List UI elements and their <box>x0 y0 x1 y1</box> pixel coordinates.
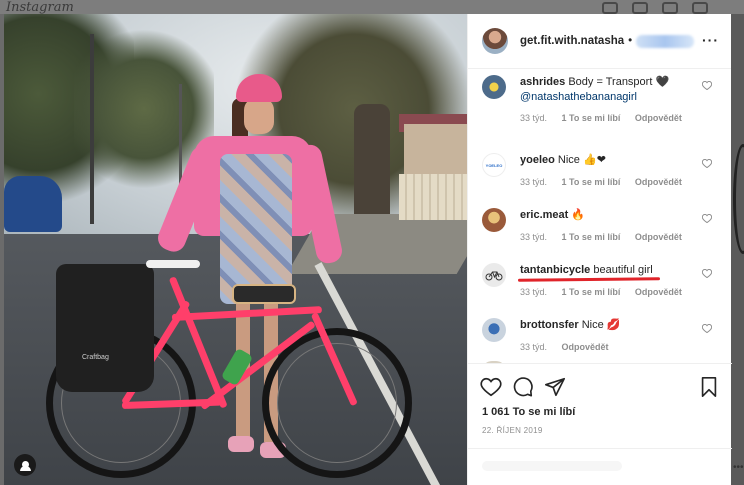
comment-body: Nice <box>557 154 580 166</box>
comment-reply-button[interactable]: Odpovědět <box>635 287 682 297</box>
comment-emoji: 🖤 <box>655 76 670 88</box>
post-header: get.fit.with.natasha • ··· <box>468 14 731 69</box>
comment-item: brottonsfer Nice 💋 33 týd. Odpovědět <box>482 316 722 363</box>
post-photo[interactable]: Craftbag <box>4 14 467 485</box>
comment-reply-button[interactable]: Odpovědět <box>635 232 682 242</box>
comment-meta: 33 týd. 1 To se mi líbí Odpovědět <box>520 232 694 242</box>
comment-heart-icon[interactable] <box>702 269 712 278</box>
comment-text: ashrides Body = Transport 🖤 @natashatheb… <box>520 75 700 105</box>
direct-icon <box>632 2 648 14</box>
comment-meta: 33 týd. 1 To se mi líbí Odpovědět <box>520 287 694 297</box>
comment-item: YOELEO yoeleo Nice 👍❤ 33 týd. 1 To se mi… <box>482 151 722 199</box>
bike-front-wheel <box>262 328 412 478</box>
comment-body: Nice <box>581 319 604 331</box>
comment-meta: 33 týd. 1 To se mi líbí Odpovědět <box>520 113 694 123</box>
rider-face <box>244 98 274 134</box>
comment-avatar[interactable]: YOELEO <box>482 153 506 177</box>
bike-top-tube <box>171 306 322 321</box>
post-modal: Craftbag get.fit.with.natasha • ··· ashr… <box>4 14 732 485</box>
comment-meta: 33 týd. 1 To se mi líbí Odpovědět <box>520 177 694 187</box>
bookmark-icon[interactable] <box>698 376 720 398</box>
photo-pole <box>90 34 94 224</box>
comment-heart-icon[interactable] <box>702 159 712 168</box>
paper-plane-icon[interactable] <box>544 376 566 398</box>
post-date[interactable]: 22. ŘÍJEN 2019 <box>482 426 543 435</box>
action-icons <box>480 376 720 398</box>
likes-count[interactable]: 1 061 To se mi líbí <box>482 406 575 418</box>
comment-emoji: 💋 <box>606 319 621 331</box>
user-tag-body <box>19 466 31 471</box>
follow-button-blurred[interactable] <box>636 34 695 48</box>
comment-emoji: 👍❤ <box>583 154 606 166</box>
header-separator: • <box>628 35 633 47</box>
comment-body: Body = Transport <box>568 76 653 88</box>
comment-likes[interactable]: 1 To se mi líbí <box>562 287 621 297</box>
comment-time[interactable]: 33 týd. <box>520 113 547 123</box>
comment-emoji: 🔥 <box>571 209 586 221</box>
more-horizontal-icon[interactable]: ··· <box>702 33 719 47</box>
comment-item: eric.meat 🔥 33 týd. 1 To se mi líbí Odpo… <box>482 206 722 254</box>
comment-item-highlighted: tantanbicycle beautiful girl 33 týd. 1 T… <box>482 261 722 309</box>
comment-likes[interactable]: 1 To se mi líbí <box>562 177 621 187</box>
comment-likes[interactable]: 1 To se mi líbí <box>562 232 621 242</box>
author-username[interactable]: get.fit.with.natasha <box>520 35 624 47</box>
comment-time[interactable]: 33 týd. <box>520 232 547 242</box>
background-logo: Instagram <box>6 0 74 15</box>
author-avatar[interactable] <box>482 28 508 54</box>
bike-pannier-bag <box>56 264 154 392</box>
comment-heart-icon[interactable] <box>702 324 712 333</box>
bike-seat <box>146 260 200 268</box>
comment-time[interactable]: 33 týd. <box>520 342 547 352</box>
comment-username[interactable]: brottonsfer <box>520 319 579 331</box>
post-actions: 1 061 To se mi líbí 22. ŘÍJEN 2019 <box>468 363 732 485</box>
comment-text: tantanbicycle beautiful girl <box>520 263 700 278</box>
background-dots: ••• <box>733 462 744 473</box>
comment-input-placeholder <box>482 461 622 471</box>
photo-car <box>4 176 62 232</box>
user-tag-icon[interactable] <box>14 454 36 476</box>
photo-bike: Craftbag <box>42 254 422 484</box>
comment-icon[interactable] <box>512 376 534 398</box>
explore-icon <box>662 2 678 14</box>
comment-username[interactable]: ashrides <box>520 76 565 88</box>
comment-mention[interactable]: @natashathebananagirl <box>520 91 637 103</box>
background-ring <box>733 144 744 254</box>
comment-time[interactable]: 33 týd. <box>520 287 547 297</box>
red-underline-annotation <box>517 277 661 282</box>
heart-icon[interactable] <box>480 376 502 398</box>
comment-text: eric.meat 🔥 <box>520 208 700 223</box>
comment-avatar-logo: YOELEO <box>485 162 503 168</box>
comment-text: brottonsfer Nice 💋 <box>520 318 700 333</box>
add-comment-area[interactable] <box>468 448 732 485</box>
post-side-panel: get.fit.with.natasha • ··· ashrides Body… <box>467 14 732 485</box>
comments-list[interactable]: ashrides Body = Transport 🖤 @natashatheb… <box>468 69 732 363</box>
comment-reply-button[interactable]: Odpovědět <box>562 342 609 352</box>
background-feed-peek: ••• <box>731 14 744 485</box>
comment-reply-button[interactable]: Odpovědět <box>635 177 682 187</box>
comment-heart-icon[interactable] <box>702 81 712 90</box>
comment-heart-icon[interactable] <box>702 214 712 223</box>
bike-bag-brand: Craftbag <box>82 354 109 361</box>
bike-top-bag <box>232 284 296 304</box>
comment-item: ashrides Body = Transport 🖤 @natashatheb… <box>482 73 722 133</box>
comment-avatar[interactable] <box>482 318 506 342</box>
comment-text: yoeleo Nice 👍❤ <box>520 153 700 168</box>
comment-likes[interactable]: 1 To se mi líbí <box>562 113 621 123</box>
rider-helmet <box>236 74 282 102</box>
photo-fence <box>399 174 467 220</box>
comment-time[interactable]: 33 týd. <box>520 177 547 187</box>
activity-icon <box>692 2 708 14</box>
comment-username[interactable]: eric.meat <box>520 209 568 221</box>
comment-username[interactable]: yoeleo <box>520 154 555 166</box>
comment-avatar[interactable] <box>482 75 506 99</box>
comment-reply-button[interactable]: Odpovědět <box>635 113 682 123</box>
home-icon <box>602 2 618 14</box>
comment-username[interactable]: tantanbicycle <box>520 264 590 276</box>
comment-body: beautiful girl <box>593 264 653 276</box>
comment-avatar[interactable] <box>482 208 506 232</box>
comment-meta: 33 týd. Odpovědět <box>520 342 621 352</box>
background-nav-icons <box>602 2 708 14</box>
bicycle-icon[interactable] <box>482 263 506 287</box>
